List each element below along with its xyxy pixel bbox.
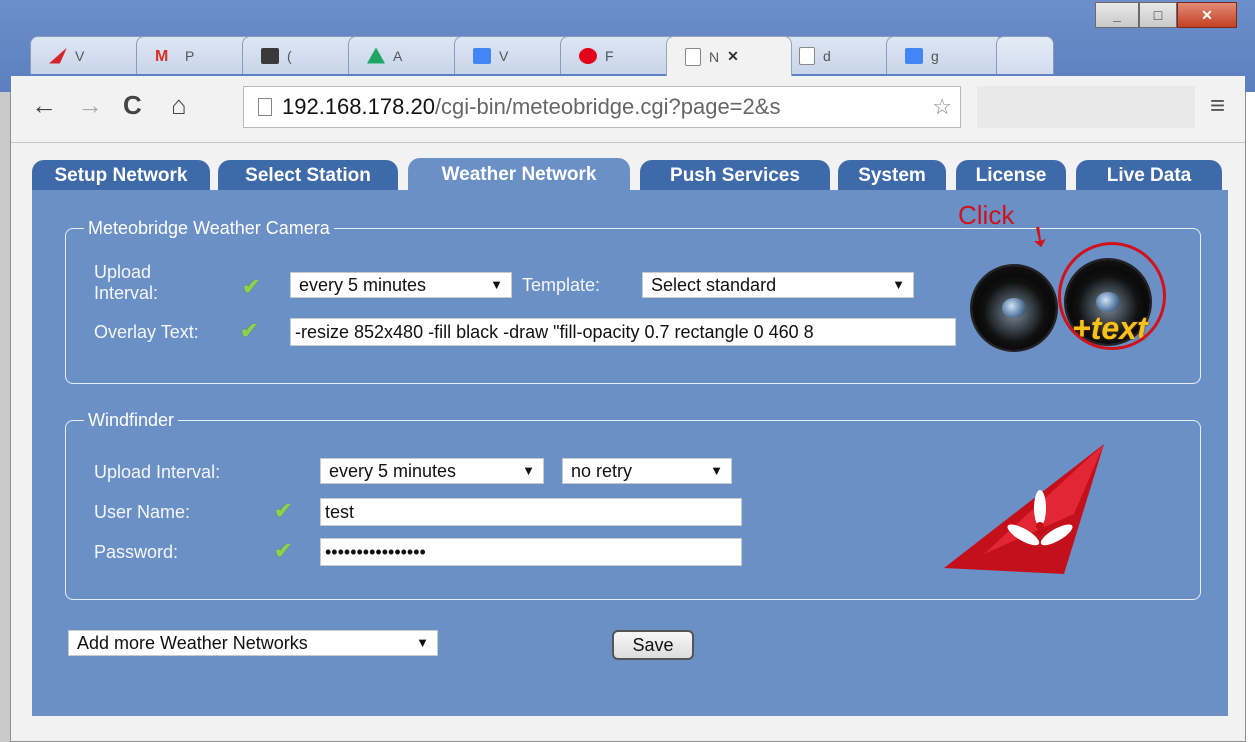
overlay-text-label: Overlay Text: <box>94 322 199 342</box>
browser-tab-strip: V MP ( A V F N ✕ d g <box>30 36 1130 76</box>
windfinder-upload-interval-label: Upload Interval: <box>94 462 221 482</box>
close-tab-icon[interactable]: ✕ <box>727 48 739 65</box>
browser-tab-title: V <box>75 47 85 64</box>
browser-toolbar: ← → C ⌂ 192.168.178.20/cgi-bin/meteobrid… <box>11 76 1245 143</box>
reload-icon[interactable]: C <box>123 90 142 121</box>
browser-tab[interactable]: MP <box>136 36 254 74</box>
minimize-button[interactable]: _ <box>1095 2 1139 28</box>
close-window-button[interactable]: ✕ <box>1177 2 1237 28</box>
check-icon: ✔ <box>274 498 293 523</box>
browser-tab[interactable]: g <box>886 36 1004 74</box>
windfinder-upload-interval-select[interactable]: every 5 minutes ▼ <box>320 458 544 484</box>
dropdown-arrow-icon: ▼ <box>490 277 503 292</box>
menu-icon[interactable]: ≡ <box>1210 90 1225 121</box>
browser-tab-title: d <box>823 47 831 64</box>
dropdown-arrow-icon: ▼ <box>710 463 723 478</box>
windfinder-upload-interval-value: every 5 minutes <box>329 460 457 481</box>
docs-icon <box>473 47 491 64</box>
windfinder-retry-select[interactable]: no retry ▼ <box>562 458 732 484</box>
extensions-area <box>977 86 1195 128</box>
page-icon <box>799 46 815 65</box>
overlay-text-input[interactable]: -resize 852x480 -fill black -draw "fill-… <box>290 318 956 346</box>
back-icon[interactable]: ← <box>31 90 57 121</box>
tab-license[interactable]: License <box>956 160 1066 192</box>
password-input[interactable]: •••••••••••••••• <box>320 538 742 566</box>
username-input[interactable]: test <box>320 498 742 526</box>
tab-live-data[interactable]: Live Data <box>1076 160 1222 192</box>
camera-upload-interval-label: Upload Interval: <box>94 262 159 303</box>
window-controls: _ □ ✕ <box>1095 2 1237 28</box>
browser-tab[interactable]: F <box>560 36 678 74</box>
template-value: Select standard <box>651 274 777 295</box>
tab-push-services[interactable]: Push Services <box>640 160 830 192</box>
tab-select-station[interactable]: Select Station <box>218 160 398 192</box>
camera-upload-interval-select[interactable]: every 5 minutes ▼ <box>290 272 512 298</box>
annotation-circle <box>1058 242 1166 350</box>
check-icon: ✔ <box>274 538 293 563</box>
address-url[interactable]: 192.168.178.20/cgi-bin/meteobridge.cgi?p… <box>282 94 942 120</box>
fritzbox-icon <box>579 47 597 64</box>
add-more-networks-select[interactable]: Add more Weather Networks ▼ <box>68 630 438 656</box>
save-button[interactable]: Save <box>612 630 694 660</box>
new-tab-button[interactable] <box>996 36 1054 74</box>
browser-tab-title: A <box>393 47 403 64</box>
url-path: /cgi-bin/meteobridge.cgi?page=2&s <box>434 94 781 119</box>
address-bar[interactable]: 192.168.178.20/cgi-bin/meteobridge.cgi?p… <box>243 86 961 128</box>
tab-weather-network[interactable]: Weather Network <box>408 158 630 192</box>
username-label: User Name: <box>94 502 191 522</box>
drive-icon <box>367 47 385 64</box>
google-icon <box>905 47 923 64</box>
meteobridge-nav: Setup Network Select Station Weather Net… <box>32 156 1232 192</box>
check-icon: ✔ <box>242 274 261 299</box>
camera-upload-interval-value: every 5 minutes <box>299 274 427 295</box>
browser-tab[interactable]: A <box>348 36 466 74</box>
browser-tab-title: V <box>499 47 509 64</box>
browser-tab-title: F <box>605 47 614 64</box>
dropdown-arrow-icon: ▼ <box>892 277 905 292</box>
browser-tab-title: P <box>185 47 195 64</box>
browser-tab[interactable]: V <box>30 36 148 74</box>
dropdown-arrow-icon: ▼ <box>522 463 535 478</box>
gmail-icon: M <box>155 47 169 65</box>
browser-tab-active[interactable]: N ✕ <box>666 36 792 76</box>
browser-tab-title: g <box>931 47 939 64</box>
trello-icon <box>261 47 279 64</box>
add-more-networks-value: Add more Weather Networks <box>77 632 308 653</box>
camera-icon[interactable] <box>972 266 1056 350</box>
forward-icon[interactable]: → <box>77 90 103 121</box>
page-icon <box>685 47 701 66</box>
browser-tab[interactable]: V <box>454 36 572 74</box>
warning-app-icon <box>49 47 67 64</box>
weather-network-page: Meteobridge Weather Camera Upload Interv… <box>32 190 1228 716</box>
browser-tab[interactable]: d <box>780 36 898 74</box>
home-icon[interactable]: ⌂ <box>171 90 187 121</box>
browser-tab-title: N <box>709 48 720 65</box>
camera-legend: Meteobridge Weather Camera <box>88 218 330 238</box>
password-label: Password: <box>94 542 179 562</box>
bookmark-star-icon[interactable]: ☆ <box>932 94 952 120</box>
tab-setup-network[interactable]: Setup Network <box>32 160 210 192</box>
page-info-icon[interactable] <box>258 98 272 116</box>
tab-system[interactable]: System <box>838 160 946 192</box>
template-select[interactable]: Select standard ▼ <box>642 272 914 298</box>
url-host: 192.168.178.20 <box>282 94 435 119</box>
check-icon: ✔ <box>240 318 259 343</box>
browser-tab-title: ( <box>287 47 292 64</box>
maximize-button[interactable]: □ <box>1139 2 1177 28</box>
windfinder-legend: Windfinder <box>88 410 175 430</box>
window-left-edge <box>0 0 10 742</box>
windfinder-retry-value: no retry <box>571 460 633 481</box>
windfinder-logo-icon <box>944 444 1104 574</box>
template-label: Template: <box>522 275 601 295</box>
dropdown-arrow-icon: ▼ <box>416 635 429 650</box>
click-annotation: Click <box>958 200 1015 230</box>
browser-tab[interactable]: ( <box>242 36 360 74</box>
